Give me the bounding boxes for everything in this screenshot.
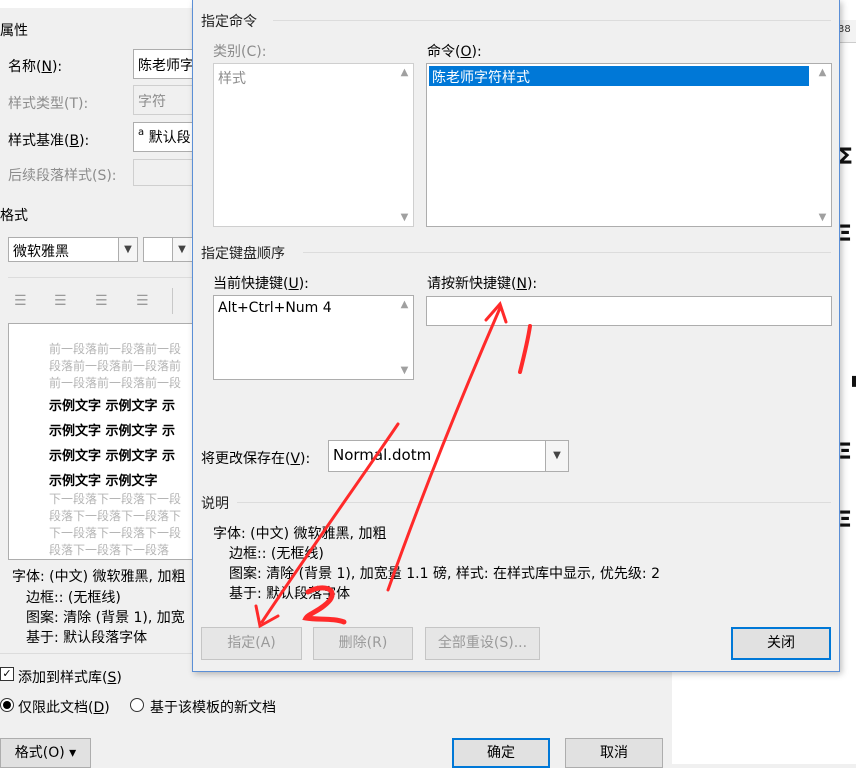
- format-toolbar-separator: [8, 277, 193, 278]
- chevron-down-icon: ▼: [545, 441, 568, 471]
- current-keys-listbox[interactable]: Alt+Ctrl+Num 4 ▲ ▼: [213, 295, 414, 380]
- document-glyph: Ξ: [838, 222, 852, 247]
- delete-button[interactable]: 删除(R): [313, 627, 413, 660]
- preview-prev-line: 段落前一段落前一段落前: [49, 359, 182, 373]
- toolbar-divider: [172, 288, 173, 314]
- font-select[interactable]: 微软雅黑 ▼: [8, 237, 138, 262]
- preview-next-line: 下一段落下一段落下一段: [49, 526, 182, 540]
- new-key-label: 请按新快捷键(N):: [427, 276, 538, 292]
- scroll-down-icon[interactable]: ▼: [396, 209, 413, 226]
- align-center-icon[interactable]: ☰: [54, 293, 67, 309]
- desc-line: 边框:: (无框线): [26, 590, 121, 606]
- group-keyboard-sequence: 指定键盘顺序: [201, 246, 285, 262]
- save-in-label: 将更改保存在(V):: [201, 451, 311, 467]
- new-key-input[interactable]: [426, 296, 832, 326]
- category-item[interactable]: 样式: [218, 68, 246, 88]
- preview-sample-line: 示例文字 示例文字 示: [49, 399, 176, 414]
- scroll-down-icon[interactable]: ▼: [396, 362, 413, 379]
- current-keys-label: 当前快捷键(U):: [213, 276, 309, 292]
- name-label: 名称(N):: [8, 59, 63, 75]
- group-specify-command: 指定命令: [201, 14, 257, 30]
- save-in-value: Normal.dotm: [333, 446, 432, 464]
- document-glyph: Ξ: [838, 508, 852, 533]
- properties-section-label: 属性: [0, 23, 28, 39]
- category-listbox[interactable]: 样式 ▲ ▼: [213, 63, 414, 227]
- add-to-gallery-checkbox[interactable]: ✓: [0, 667, 14, 681]
- add-to-gallery-label: 添加到样式库(S): [18, 670, 122, 686]
- preview-prev-line: 前一段落前一段落前一段: [49, 376, 182, 390]
- preview-next-line: 段落下一段落下一段落下: [49, 509, 182, 523]
- preview-next-line: 段落下一段落下一段落: [49, 543, 170, 557]
- char-style-icon: a: [138, 127, 145, 138]
- current-keys-scrollbar[interactable]: ▲ ▼: [396, 296, 413, 379]
- preview-next-line: 下一段落下一段落下一段: [49, 492, 182, 506]
- preview-prev-line: 前一段落前一段落前一段: [49, 342, 182, 356]
- customize-keyboard-dialog: 指定命令 类别(C): 样式 ▲ ▼ 命令(O): 陈老师字符样式 ▲ ▼ 指定…: [192, 0, 840, 672]
- justify-icon[interactable]: ☰: [136, 293, 149, 309]
- style-type-label: 样式类型(T):: [8, 96, 89, 112]
- close-button[interactable]: 关闭: [731, 627, 831, 660]
- style-based-value: 默认段: [148, 130, 191, 146]
- desc-line: 图案: 清除 (背景 1), 加宽量 1.1 磅, 样式: 在样式库中显示, 优…: [229, 566, 661, 582]
- chevron-down-icon: ▼: [172, 238, 191, 261]
- following-style-label: 后续段落样式(S):: [8, 168, 117, 184]
- preview-sample-line: 示例文字 示例文字 示: [49, 449, 176, 464]
- commands-selected-item[interactable]: 陈老师字符样式: [429, 66, 809, 86]
- style-preview-box: 前一段落前一段落前一段 段落前一段落前一段落前 前一段落前一段落前一段 示例文字…: [8, 323, 198, 560]
- format-section-label: 格式: [0, 208, 28, 224]
- description-divider: [0, 653, 200, 654]
- scroll-up-icon[interactable]: ▲: [396, 296, 413, 313]
- commands-scrollbar[interactable]: ▲ ▼: [814, 64, 831, 226]
- top-white-strip: [0, 0, 192, 8]
- assign-button[interactable]: 指定(A): [201, 627, 302, 660]
- desc-line: 边框:: (无框线): [229, 546, 324, 562]
- font-size-select[interactable]: ▼: [143, 237, 198, 262]
- only-this-doc-radio[interactable]: [0, 698, 14, 712]
- commands-listbox[interactable]: 陈老师字符样式 ▲ ▼: [426, 63, 832, 227]
- scroll-up-icon[interactable]: ▲: [396, 64, 413, 81]
- current-key-item[interactable]: Alt+Ctrl+Num 4: [218, 300, 332, 316]
- document-glyph: Σ: [838, 145, 854, 170]
- desc-line: 字体: (中文) 微软雅黑, 加粗: [213, 526, 387, 542]
- preview-sample-line: 示例文字 示例文字 示: [49, 424, 176, 439]
- document-glyph: ▪: [850, 368, 856, 393]
- style-based-label: 样式基准(B):: [8, 133, 90, 149]
- group-divider: [273, 20, 831, 21]
- only-this-doc-label: 仅限此文档(D): [18, 700, 110, 716]
- new-docs-template-radio[interactable]: [130, 698, 144, 712]
- scroll-up-icon[interactable]: ▲: [814, 64, 831, 81]
- save-in-select[interactable]: Normal.dotm ▼: [328, 440, 569, 472]
- document-glyph: Ξ: [838, 440, 852, 465]
- group-divider: [303, 252, 831, 253]
- desc-line: 字体: (中文) 微软雅黑, 加粗: [12, 569, 186, 585]
- preview-sample-line: 示例文字 示例文字: [49, 474, 158, 489]
- desc-line: 图案: 清除 (背景 1), 加宽: [26, 610, 185, 626]
- new-docs-template-label: 基于该模板的新文档: [150, 700, 276, 716]
- scroll-down-icon[interactable]: ▼: [814, 209, 831, 226]
- group-divider: [237, 502, 831, 503]
- reset-all-button[interactable]: 全部重设(S)...: [425, 627, 540, 660]
- align-left-icon[interactable]: ☰: [14, 293, 27, 309]
- font-value: 微软雅黑: [13, 244, 69, 260]
- commands-label: 命令(O):: [427, 44, 482, 60]
- category-label: 类别(C):: [213, 44, 267, 60]
- chevron-down-icon: ▼: [118, 238, 137, 261]
- align-right-icon[interactable]: ☰: [95, 293, 108, 309]
- desc-line: 基于: 默认段落字体: [26, 630, 148, 646]
- group-description: 说明: [201, 496, 229, 512]
- desc-line: 基于: 默认段落字体: [229, 586, 351, 602]
- category-scrollbar[interactable]: ▲ ▼: [396, 64, 413, 226]
